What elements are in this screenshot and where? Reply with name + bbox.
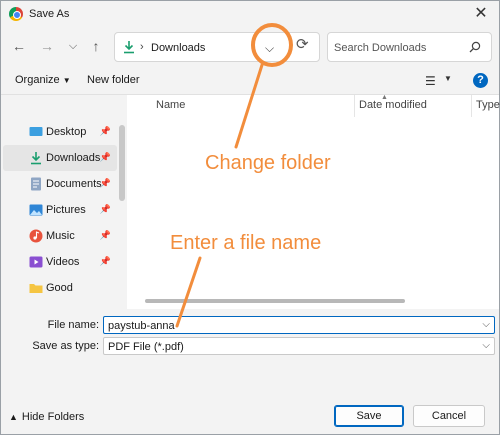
sidebar-item-label: Downloads (46, 152, 101, 164)
pin-icon: 📌 (99, 256, 111, 266)
search-placeholder: Search Downloads (334, 42, 427, 54)
arrow-left-icon[interactable]: ← (9, 37, 29, 55)
sidebar-item-label: Videos (46, 256, 80, 268)
music-icon (29, 229, 43, 243)
videos-icon (29, 256, 43, 268)
pin-icon: 📌 (99, 178, 111, 188)
annotation-change-folder: Change folder (205, 152, 331, 174)
chevron-down-icon[interactable]: ⌵ (482, 340, 490, 351)
save-as-type-select[interactable]: PDF File (*.pdf) ⌵ (103, 337, 495, 355)
close-icon[interactable]: ✕ (471, 4, 491, 24)
chevron-down-icon[interactable]: ⌵ (63, 37, 83, 55)
chevron-down-icon[interactable]: ⌵ (482, 319, 490, 330)
download-icon (31, 152, 41, 165)
sidebar-item-pictures[interactable]: Pictures 📌 (3, 197, 117, 223)
pin-icon: 📌 (99, 152, 111, 162)
hide-folders-label: Hide Folders (21, 411, 85, 423)
sidebar-item-videos[interactable]: Videos 📌 (3, 249, 117, 275)
file-name-input[interactable]: paystub-anna ⌵ (103, 316, 495, 334)
save-as-dialog: Save As ✕ ← → ⌵ ↑ › Downloads ⌵ ⟳ Search… (0, 0, 500, 435)
hide-folders-toggle[interactable]: ▲ Hide Folders (9, 411, 84, 423)
navigation-pane: Desktop 📌 Downloads 📌 Documents 📌 Pictur… (1, 95, 127, 309)
navigation-bar: ← → ⌵ ↑ › Downloads ⌵ ⟳ Search Downloads (1, 27, 499, 65)
column-header-date-modified[interactable]: Date modified (359, 99, 427, 111)
sidebar-item-desktop[interactable]: Desktop 📌 (3, 119, 117, 145)
search-input[interactable]: Search Downloads (327, 32, 492, 62)
new-folder-button[interactable]: New folder (87, 74, 140, 86)
address-path[interactable]: Downloads (151, 42, 205, 54)
sidebar-item-documents[interactable]: Documents 📌 (3, 171, 117, 197)
column-header-name[interactable]: Name (156, 99, 185, 111)
sidebar-item-good[interactable]: Good (3, 275, 117, 301)
sidebar-item-downloads[interactable]: Downloads 📌 (3, 145, 117, 171)
pin-icon: 📌 (99, 230, 111, 240)
desktop-icon (29, 127, 43, 136)
file-list: Name ▲ Date modified Type (127, 94, 500, 309)
pictures-icon (29, 204, 43, 216)
column-divider[interactable] (471, 95, 472, 117)
organize-label: Organize (15, 74, 60, 86)
save-form: File name: paystub-anna ⌵ Save as type: … (1, 309, 499, 359)
command-bar: Organize ▼ New folder ☰ ▼ ? (1, 65, 499, 95)
browser-body: Desktop 📌 Downloads 📌 Documents 📌 Pictur… (1, 94, 500, 309)
cancel-button[interactable]: Cancel (413, 405, 485, 427)
breadcrumb-separator-icon: › (140, 41, 144, 53)
address-dropdown-icon[interactable]: ⌵ (265, 41, 274, 56)
refresh-icon[interactable]: ⟳ (296, 35, 309, 53)
chevron-up-icon: ▲ (9, 412, 18, 422)
file-name-label: File name: (47, 319, 99, 331)
organize-menu[interactable]: Organize ▼ (15, 74, 71, 86)
file-name-value: paystub-anna (108, 320, 175, 332)
horizontal-scrollbar[interactable] (145, 299, 405, 303)
navigation-pane-scrollbar[interactable] (119, 125, 125, 201)
sidebar-item-label: Desktop (46, 126, 87, 138)
title-bar: Save As ✕ (1, 1, 499, 27)
pin-icon: 📌 (99, 204, 111, 214)
save-as-type-label: Save as type: (32, 340, 99, 352)
annotation-enter-file-name: Enter a file name (170, 232, 322, 254)
caret-down-icon: ▼ (62, 76, 71, 85)
arrow-up-icon[interactable]: ↑ (86, 37, 106, 55)
download-icon (124, 41, 134, 54)
save-as-type-value: PDF File (*.pdf) (108, 341, 184, 353)
column-divider[interactable] (354, 95, 355, 117)
folder-icon (29, 284, 43, 293)
save-button[interactable]: Save (334, 405, 404, 427)
sidebar-item-label: Pictures (46, 204, 86, 216)
arrow-right-icon[interactable]: → (37, 37, 57, 55)
view-options-caret-icon[interactable]: ▼ (444, 74, 452, 83)
chrome-icon (9, 7, 23, 21)
sidebar-item-label: Documents (46, 178, 102, 190)
window-title: Save As (29, 8, 70, 20)
view-options-icon[interactable]: ☰ (425, 74, 436, 88)
sidebar-item-label: Good (46, 282, 73, 294)
documents-icon (31, 177, 41, 191)
help-icon[interactable]: ? (473, 73, 488, 88)
column-header-type[interactable]: Type (476, 99, 500, 111)
sidebar-item-label: Music (46, 230, 75, 242)
sidebar-item-music[interactable]: Music 📌 (3, 223, 117, 249)
address-bar[interactable]: › Downloads ⌵ (114, 32, 320, 62)
search-icon (469, 41, 481, 53)
pin-icon: 📌 (99, 126, 111, 136)
dialog-footer: ▲ Hide Folders Save Cancel (1, 359, 499, 434)
